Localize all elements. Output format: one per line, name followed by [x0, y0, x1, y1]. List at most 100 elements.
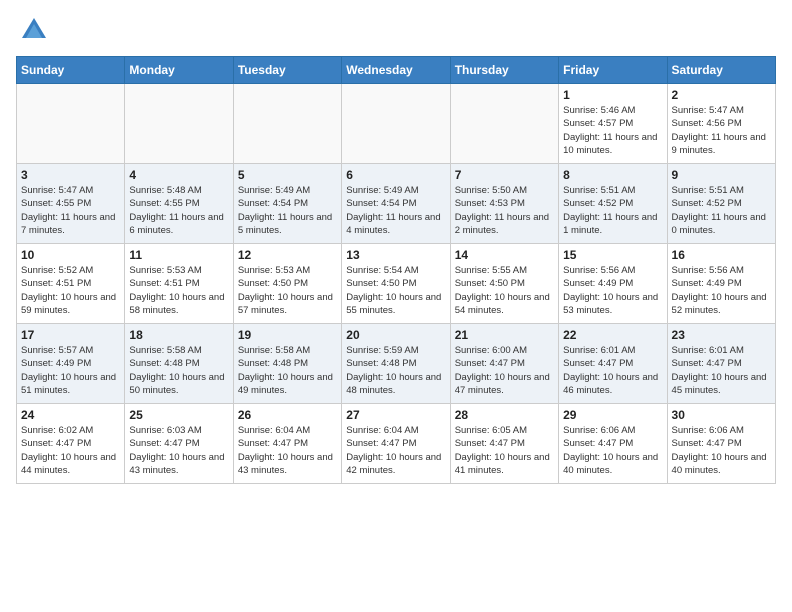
calendar-day-cell: 3 Sunrise: 5:47 AM Sunset: 4:55 PM Daylig…: [17, 164, 125, 244]
calendar-day-cell: 21 Sunrise: 6:00 AM Sunset: 4:47 PM Dayli…: [450, 324, 558, 404]
calendar-day-cell: 12 Sunrise: 5:53 AM Sunset: 4:50 PM Dayli…: [233, 244, 341, 324]
calendar-day-cell: [342, 84, 450, 164]
day-info: Sunrise: 5:57 AM Sunset: 4:49 PM Dayligh…: [21, 344, 120, 397]
day-number: 22: [563, 328, 662, 342]
day-number: 29: [563, 408, 662, 422]
day-info: Sunrise: 6:06 AM Sunset: 4:47 PM Dayligh…: [563, 424, 662, 477]
day-info: Sunrise: 6:00 AM Sunset: 4:47 PM Dayligh…: [455, 344, 554, 397]
day-number: 16: [672, 248, 771, 262]
weekday-header-wednesday: Wednesday: [342, 57, 450, 84]
day-info: Sunrise: 6:01 AM Sunset: 4:47 PM Dayligh…: [563, 344, 662, 397]
calendar-day-cell: 23Sunrise: 6:01 AM Sunset: 4:47 PM Dayli…: [667, 324, 775, 404]
day-info: Sunrise: 6:01 AM Sunset: 4:47 PM Dayligh…: [672, 344, 771, 397]
day-number: 18: [129, 328, 228, 342]
calendar-day-cell: [17, 84, 125, 164]
day-info: Sunrise: 5:58 AM Sunset: 4:48 PM Dayligh…: [129, 344, 228, 397]
day-info: Sunrise: 5:55 AM Sunset: 4:50 PM Dayligh…: [455, 264, 554, 317]
calendar-day-cell: 26 Sunrise: 6:04 AM Sunset: 4:47 PM Dayli…: [233, 404, 341, 484]
calendar-day-cell: 25Sunrise: 6:03 AM Sunset: 4:47 PM Dayli…: [125, 404, 233, 484]
calendar-week-row: 10 Sunrise: 5:52 AM Sunset: 4:51 PM Dayli…: [17, 244, 776, 324]
day-number: 24: [21, 408, 120, 422]
day-info: Sunrise: 5:52 AM Sunset: 4:51 PM Dayligh…: [21, 264, 120, 317]
day-info: Sunrise: 6:04 AM Sunset: 4:47 PM Dayligh…: [346, 424, 445, 477]
day-number: 9: [672, 168, 771, 182]
calendar-week-row: 1 Sunrise: 5:46 AM Sunset: 4:57 PM Daylig…: [17, 84, 776, 164]
calendar-day-cell: 16Sunrise: 5:56 AM Sunset: 4:49 PM Dayli…: [667, 244, 775, 324]
calendar-day-cell: 22 Sunrise: 6:01 AM Sunset: 4:47 PM Dayli…: [559, 324, 667, 404]
page-header: [16, 16, 776, 44]
day-number: 12: [238, 248, 337, 262]
day-number: 10: [21, 248, 120, 262]
day-info: Sunrise: 6:02 AM Sunset: 4:47 PM Dayligh…: [21, 424, 120, 477]
weekday-header-row: SundayMondayTuesdayWednesdayThursdayFrid…: [17, 57, 776, 84]
day-info: Sunrise: 5:51 AM Sunset: 4:52 PM Dayligh…: [563, 184, 662, 237]
calendar-week-row: 17 Sunrise: 5:57 AM Sunset: 4:49 PM Dayli…: [17, 324, 776, 404]
calendar-day-cell: 15 Sunrise: 5:56 AM Sunset: 4:49 PM Dayli…: [559, 244, 667, 324]
calendar-day-cell: 30 Sunrise: 6:06 AM Sunset: 4:47 PM Dayli…: [667, 404, 775, 484]
calendar-week-row: 24 Sunrise: 6:02 AM Sunset: 4:47 PM Dayli…: [17, 404, 776, 484]
weekday-header-tuesday: Tuesday: [233, 57, 341, 84]
calendar-day-cell: 24 Sunrise: 6:02 AM Sunset: 4:47 PM Dayli…: [17, 404, 125, 484]
day-info: Sunrise: 5:49 AM Sunset: 4:54 PM Dayligh…: [238, 184, 337, 237]
calendar-day-cell: 14 Sunrise: 5:55 AM Sunset: 4:50 PM Dayli…: [450, 244, 558, 324]
day-number: 8: [563, 168, 662, 182]
day-number: 4: [129, 168, 228, 182]
calendar-day-cell: 20Sunrise: 5:59 AM Sunset: 4:48 PM Dayli…: [342, 324, 450, 404]
calendar-day-cell: [233, 84, 341, 164]
day-number: 15: [563, 248, 662, 262]
weekday-header-saturday: Saturday: [667, 57, 775, 84]
day-number: 21: [455, 328, 554, 342]
day-number: 28: [455, 408, 554, 422]
calendar-day-cell: 19 Sunrise: 5:58 AM Sunset: 4:48 PM Dayli…: [233, 324, 341, 404]
day-info: Sunrise: 5:53 AM Sunset: 4:50 PM Dayligh…: [238, 264, 337, 317]
calendar-day-cell: 10 Sunrise: 5:52 AM Sunset: 4:51 PM Dayli…: [17, 244, 125, 324]
calendar-day-cell: [125, 84, 233, 164]
logo-icon: [20, 16, 48, 44]
day-info: Sunrise: 5:49 AM Sunset: 4:54 PM Dayligh…: [346, 184, 445, 237]
day-info: Sunrise: 6:03 AM Sunset: 4:47 PM Dayligh…: [129, 424, 228, 477]
day-number: 5: [238, 168, 337, 182]
day-info: Sunrise: 5:59 AM Sunset: 4:48 PM Dayligh…: [346, 344, 445, 397]
day-info: Sunrise: 5:47 AM Sunset: 4:55 PM Dayligh…: [21, 184, 120, 237]
calendar-week-row: 3 Sunrise: 5:47 AM Sunset: 4:55 PM Daylig…: [17, 164, 776, 244]
calendar-day-cell: 17 Sunrise: 5:57 AM Sunset: 4:49 PM Dayli…: [17, 324, 125, 404]
day-number: 30: [672, 408, 771, 422]
day-info: Sunrise: 5:53 AM Sunset: 4:51 PM Dayligh…: [129, 264, 228, 317]
day-info: Sunrise: 5:58 AM Sunset: 4:48 PM Dayligh…: [238, 344, 337, 397]
day-number: 3: [21, 168, 120, 182]
day-number: 11: [129, 248, 228, 262]
weekday-header-friday: Friday: [559, 57, 667, 84]
calendar-table: SundayMondayTuesdayWednesdayThursdayFrid…: [16, 56, 776, 484]
calendar-day-cell: 4 Sunrise: 5:48 AM Sunset: 4:55 PM Daylig…: [125, 164, 233, 244]
day-info: Sunrise: 5:50 AM Sunset: 4:53 PM Dayligh…: [455, 184, 554, 237]
calendar-day-cell: 18 Sunrise: 5:58 AM Sunset: 4:48 PM Dayli…: [125, 324, 233, 404]
day-info: Sunrise: 5:48 AM Sunset: 4:55 PM Dayligh…: [129, 184, 228, 237]
calendar-day-cell: 29 Sunrise: 6:06 AM Sunset: 4:47 PM Dayli…: [559, 404, 667, 484]
day-number: 17: [21, 328, 120, 342]
calendar-day-cell: 28 Sunrise: 6:05 AM Sunset: 4:47 PM Dayli…: [450, 404, 558, 484]
calendar-day-cell: [450, 84, 558, 164]
calendar-day-cell: 5 Sunrise: 5:49 AM Sunset: 4:54 PM Daylig…: [233, 164, 341, 244]
logo: [16, 16, 48, 44]
day-number: 19: [238, 328, 337, 342]
day-number: 13: [346, 248, 445, 262]
calendar-day-cell: 1 Sunrise: 5:46 AM Sunset: 4:57 PM Daylig…: [559, 84, 667, 164]
day-info: Sunrise: 5:47 AM Sunset: 4:56 PM Dayligh…: [672, 104, 771, 157]
day-number: 1: [563, 88, 662, 102]
calendar-day-cell: 13Sunrise: 5:54 AM Sunset: 4:50 PM Dayli…: [342, 244, 450, 324]
day-info: Sunrise: 6:04 AM Sunset: 4:47 PM Dayligh…: [238, 424, 337, 477]
day-number: 27: [346, 408, 445, 422]
calendar-day-cell: 7 Sunrise: 5:50 AM Sunset: 4:53 PM Daylig…: [450, 164, 558, 244]
day-number: 26: [238, 408, 337, 422]
weekday-header-thursday: Thursday: [450, 57, 558, 84]
day-number: 14: [455, 248, 554, 262]
day-info: Sunrise: 6:06 AM Sunset: 4:47 PM Dayligh…: [672, 424, 771, 477]
day-number: 7: [455, 168, 554, 182]
calendar-day-cell: 27 Sunrise: 6:04 AM Sunset: 4:47 PM Dayli…: [342, 404, 450, 484]
day-info: Sunrise: 5:51 AM Sunset: 4:52 PM Dayligh…: [672, 184, 771, 237]
day-number: 6: [346, 168, 445, 182]
day-info: Sunrise: 6:05 AM Sunset: 4:47 PM Dayligh…: [455, 424, 554, 477]
day-info: Sunrise: 5:46 AM Sunset: 4:57 PM Dayligh…: [563, 104, 662, 157]
calendar-day-cell: 2Sunrise: 5:47 AM Sunset: 4:56 PM Daylig…: [667, 84, 775, 164]
day-info: Sunrise: 5:56 AM Sunset: 4:49 PM Dayligh…: [563, 264, 662, 317]
